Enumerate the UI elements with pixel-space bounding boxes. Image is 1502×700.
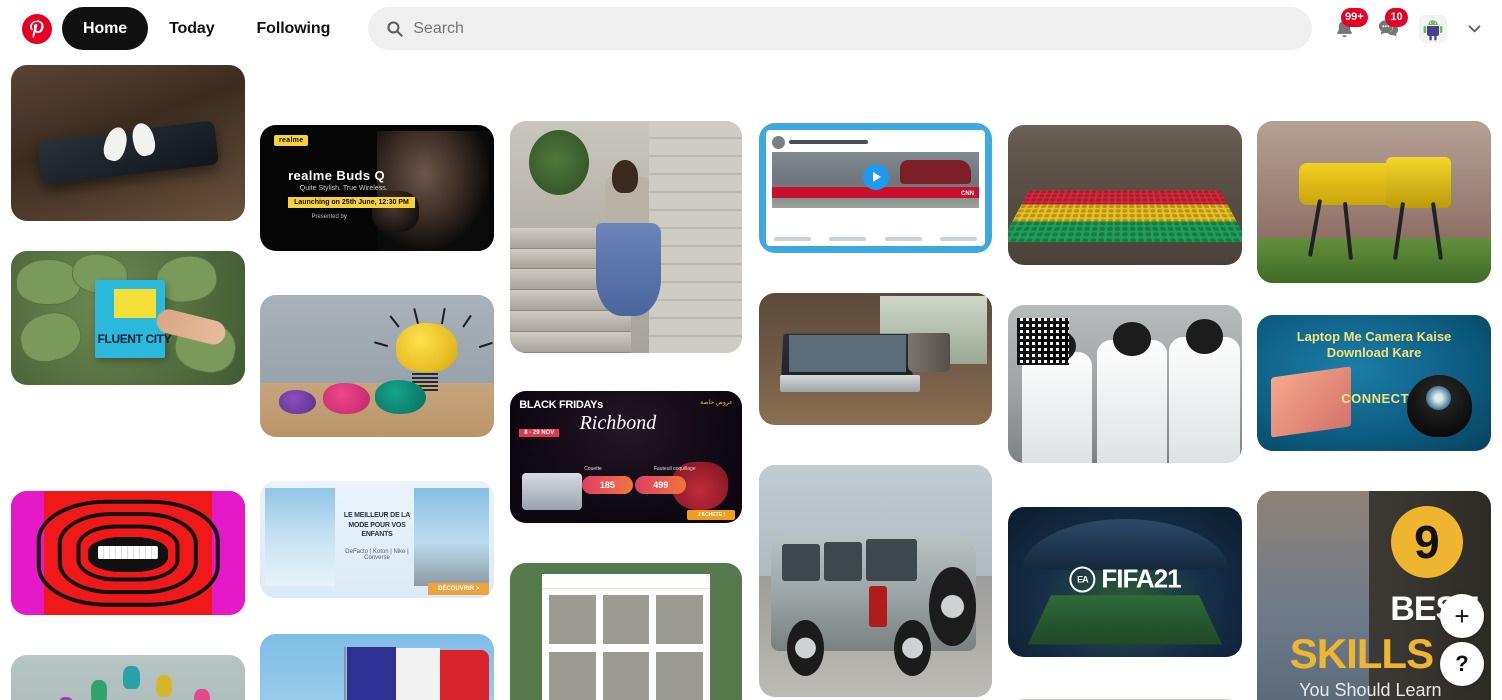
top-navigation-bar: Home Today Following 99+ 1 [0, 0, 1502, 57]
pin-overlay-line3: You Should Learn [1299, 679, 1442, 700]
search-icon [385, 20, 403, 38]
pin-feed-grid: FLUENT CITY realme realme Buds Q Quite S… [0, 57, 1502, 700]
nav-item-home[interactable]: Home [62, 7, 149, 50]
avatar[interactable] [1416, 12, 1450, 46]
nav-item-following-label: Following [256, 19, 331, 37]
nav-item-home-label: Home [83, 19, 128, 37]
pin-twitter-video-card[interactable]: CNN [759, 123, 992, 253]
pin-image [1008, 125, 1242, 265]
pin-fifa21-cover[interactable]: EA FIFA21 [1008, 507, 1242, 657]
pin-image: CNN [759, 123, 992, 253]
pin-red-mouth-art[interactable] [11, 491, 245, 615]
pin-overlay-brand: FLUENT CITY [97, 332, 172, 347]
pin-image: FLUENT CITY [11, 251, 245, 385]
pin-overlay-launch: Launching on 25th June, 12:30 PM [288, 196, 415, 208]
pin-robot-dog[interactable] [1257, 121, 1491, 283]
pin-overlay-price-1: 185 [581, 475, 633, 494]
nav-item-following[interactable]: Following [236, 7, 352, 50]
pin-image [260, 634, 494, 700]
qr-code-icon [1017, 317, 1069, 366]
pin-overlay-title: realme Buds Q [288, 167, 386, 183]
pin-overlay-number: 9 [1390, 505, 1463, 578]
nav-item-today-label: Today [169, 19, 215, 37]
pin-earbuds-phone[interactable] [11, 65, 245, 221]
search-bar[interactable] [368, 7, 1312, 50]
pin-image [759, 465, 992, 697]
pin-overlay-line2: SKILLS [1289, 630, 1434, 678]
messages-button[interactable]: 10 [1368, 7, 1408, 49]
chevron-down-icon [1468, 25, 1480, 33]
plus-icon: + [1454, 601, 1470, 631]
pin-overlay-title: LE MEILLEUR DE LA MODE POUR VOS ENFANTS [343, 512, 411, 539]
ea-sports-logo-icon: EA [1069, 566, 1096, 592]
pin-laptop-desk-coffee[interactable] [759, 293, 992, 425]
pin-overlay-presenter: Presented by [311, 214, 347, 221]
pin-overlay-brand: realme [274, 135, 309, 147]
pin-image [260, 295, 494, 437]
pin-colorful-dolls[interactable] [11, 655, 245, 700]
pin-kids-fashion-ad[interactable]: LE MEILLEUR DE LA MODE POUR VOS ENFANTS … [260, 481, 494, 598]
pin-image [11, 65, 245, 221]
pin-overlay-title-line1: Laptop Me Camera Kaise [1296, 328, 1452, 344]
android-avatar-icon [1419, 14, 1447, 43]
help-button[interactable]: ? [1440, 642, 1484, 686]
pin-overlay-event: BLACK FRIDAYs [519, 399, 603, 412]
notifications-badge: 99+ [1341, 7, 1368, 27]
pin-image [510, 121, 742, 353]
pin-overlay-title-line2: Download Kare [1326, 344, 1422, 360]
pin-image [1008, 305, 1242, 463]
pin-french-flag[interactable] [260, 634, 494, 700]
pin-image [11, 491, 245, 615]
pin-overlay-price-2: 499 [635, 475, 687, 494]
pin-image: Laptop Me Camera Kaise Download Kare CON… [1257, 315, 1491, 451]
pin-overlay-brands: DeFacto | Koton | Nike | Converse [345, 548, 409, 561]
pin-hazmat-lab-workers[interactable] [1008, 305, 1242, 463]
pin-image: EA FIFA21 [1008, 507, 1242, 657]
pin-idea-lightbulb[interactable] [260, 295, 494, 437]
pin-crowd-flag-formation[interactable] [1008, 125, 1242, 265]
pin-richbond-black-friday[interactable]: BLACK FRIDAYs 8 - 29 NOV Richbond عروض خ… [510, 391, 742, 523]
pin-overlay-subtitle: Quite Stylish. True Wireless. [299, 185, 388, 193]
pin-image [759, 293, 992, 425]
pin-image: LE MEILLEUR DE LA MODE POUR VOS ENFANTS … [260, 481, 494, 598]
create-pin-button[interactable]: + [1440, 594, 1484, 638]
pin-overlay-dates: 8 - 29 NOV [519, 429, 560, 438]
pinterest-logo-icon[interactable] [22, 13, 52, 44]
pin-image [510, 563, 742, 700]
pin-fluent-city-book[interactable]: FLUENT CITY [11, 251, 245, 385]
notifications-button[interactable]: 99+ [1324, 7, 1368, 49]
pin-overlay-item-1: Couette [584, 465, 602, 472]
question-mark-icon: ? [1455, 651, 1469, 676]
pin-overlay-brand: Richbond [579, 412, 657, 435]
pin-laptop-camera-tutorial[interactable]: Laptop Me Camera Kaise Download Kare CON… [1257, 315, 1491, 451]
pin-overlay-cta[interactable]: DÉCOUVRIR > [428, 582, 490, 595]
pin-image: realme realme Buds Q Quite Stylish. True… [260, 125, 494, 251]
pin-woman-stairs-fashion[interactable] [510, 121, 742, 353]
messages-badge: 10 [1385, 7, 1408, 27]
pin-image [11, 655, 245, 700]
pin-realme-buds-q[interactable]: realme realme Buds Q Quite Stylish. True… [260, 125, 494, 251]
pin-image [1257, 121, 1491, 283]
pin-overlay-title: FIFA21 [1101, 563, 1181, 594]
pin-overlay-network: CNN [958, 190, 977, 199]
account-menu-button[interactable] [1460, 15, 1488, 43]
nav-item-today[interactable]: Today [148, 7, 235, 50]
play-button-icon[interactable] [862, 164, 889, 191]
pin-overlay-arabic: عروض خاصة [700, 399, 733, 406]
pin-silver-suv[interactable] [759, 465, 992, 697]
pin-image: BLACK FRIDAYs 8 - 29 NOV Richbond عروض خ… [510, 391, 742, 523]
pin-overlay-connect: CONNECT [1341, 391, 1410, 407]
header-actions: 99+ 10 [1324, 7, 1488, 49]
pin-overlay-cta[interactable]: J'ACHETE ! [687, 510, 736, 521]
pin-shopping-app-screen[interactable] [510, 563, 742, 700]
pin-overlay-item-2: Fauteuil coquillage [653, 465, 696, 472]
search-input[interactable] [413, 7, 1295, 50]
